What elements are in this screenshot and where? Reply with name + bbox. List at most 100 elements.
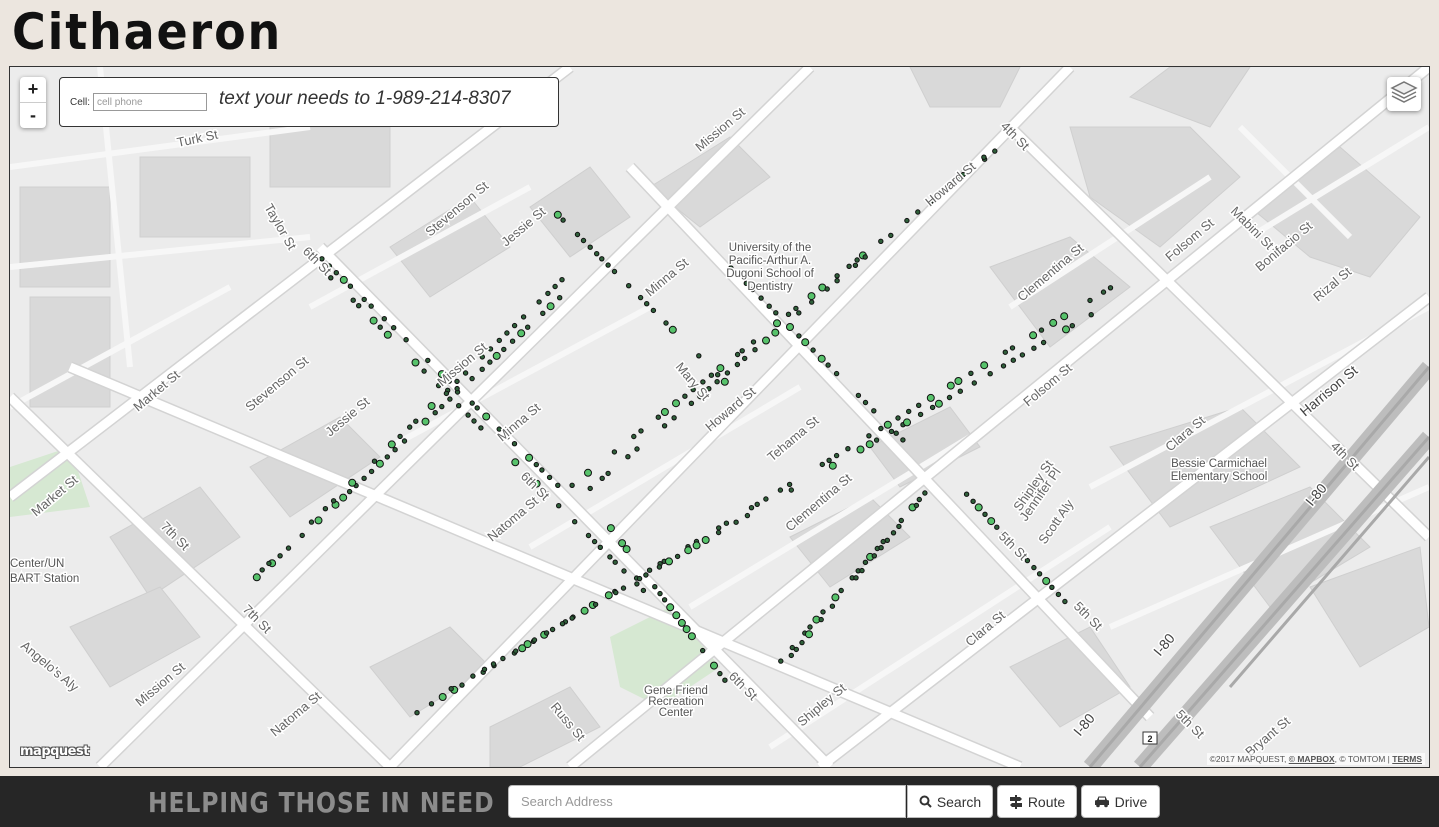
need-marker[interactable] [1029,331,1038,340]
need-marker[interactable] [1040,339,1047,346]
need-marker[interactable] [957,388,963,394]
route-button[interactable]: Route [997,785,1077,818]
need-marker[interactable] [1088,312,1094,318]
need-marker[interactable] [592,601,599,608]
need-marker[interactable] [971,380,977,386]
need-marker[interactable] [692,541,701,550]
need-marker[interactable] [314,516,323,525]
need-marker[interactable] [368,303,374,309]
need-marker[interactable] [888,428,895,435]
need-marker[interactable] [1038,327,1045,333]
need-marker[interactable] [479,366,485,372]
zoom-in-button[interactable]: + [20,77,46,102]
need-marker[interactable] [888,232,894,239]
need-marker[interactable] [796,310,802,316]
need-marker[interactable] [987,371,993,377]
need-marker[interactable] [368,468,375,475]
need-marker[interactable] [1031,564,1037,571]
need-marker[interactable] [504,330,510,336]
need-marker[interactable] [896,523,902,530]
need-marker[interactable] [549,626,556,633]
need-marker[interactable] [715,372,721,378]
need-marker[interactable] [428,701,435,707]
need-marker[interactable] [717,670,723,677]
need-marker[interactable] [677,618,686,627]
need-marker[interactable] [687,632,696,641]
need-marker[interactable] [612,559,618,565]
need-marker[interactable] [974,503,983,512]
need-marker[interactable] [580,606,589,615]
need-marker[interactable] [371,458,378,464]
need-marker[interactable] [517,329,526,338]
need-marker[interactable] [750,339,757,345]
need-marker[interactable] [308,519,315,525]
need-marker[interactable] [574,231,581,238]
need-marker[interactable] [981,154,987,160]
need-marker[interactable] [427,402,436,410]
need-marker[interactable] [1100,289,1107,295]
need-marker[interactable] [523,640,532,649]
need-marker[interactable] [898,517,904,524]
need-marker[interactable] [766,303,772,309]
need-marker[interactable] [392,447,398,453]
need-marker[interactable] [862,559,869,565]
need-marker[interactable] [626,283,632,289]
need-marker[interactable] [259,567,265,573]
need-marker[interactable] [531,637,538,643]
need-marker[interactable] [1031,345,1037,351]
need-marker[interactable] [387,440,396,449]
need-marker[interactable] [328,275,334,281]
need-marker[interactable] [638,428,644,434]
need-marker[interactable] [834,273,840,279]
need-marker[interactable] [543,630,550,636]
need-marker[interactable] [1010,357,1016,363]
need-marker[interactable] [411,358,420,367]
need-marker[interactable] [917,411,924,418]
need-marker[interactable] [733,519,739,525]
need-marker[interactable] [1087,297,1093,304]
need-marker[interactable] [413,418,419,424]
need-marker[interactable] [682,625,691,634]
need-marker[interactable] [496,337,502,344]
need-marker[interactable] [828,461,837,470]
need-marker[interactable] [456,403,462,409]
need-marker[interactable] [696,353,702,359]
need-marker[interactable] [660,408,669,416]
need-marker[interactable] [890,530,897,536]
need-marker[interactable] [525,324,531,330]
need-marker[interactable] [656,564,663,570]
need-marker[interactable] [672,611,681,620]
need-marker[interactable] [490,661,497,667]
need-marker[interactable] [637,294,644,301]
need-marker[interactable] [834,278,840,284]
need-marker[interactable] [778,658,784,664]
need-marker[interactable] [946,394,953,401]
need-marker[interactable] [560,217,566,223]
need-marker[interactable] [470,673,476,679]
need-marker[interactable] [724,370,731,376]
need-marker[interactable] [826,457,832,463]
need-marker[interactable] [546,302,555,311]
need-marker[interactable] [266,560,272,567]
need-marker[interactable] [546,474,553,481]
need-marker[interactable] [555,482,561,488]
need-marker[interactable] [474,405,480,411]
need-marker[interactable] [397,433,403,440]
need-marker[interactable] [946,381,955,390]
need-marker[interactable] [631,433,637,440]
need-marker[interactable] [954,377,963,385]
need-marker[interactable] [391,325,397,331]
need-marker[interactable] [980,361,989,370]
need-marker[interactable] [915,209,921,215]
need-marker[interactable] [611,268,618,275]
need-marker[interactable] [657,590,663,597]
need-marker[interactable] [620,585,627,591]
need-marker[interactable] [594,251,600,257]
need-marker[interactable] [1062,598,1068,605]
need-marker[interactable] [904,217,910,224]
need-marker[interactable] [611,449,618,455]
need-marker[interactable] [481,666,488,672]
need-marker[interactable] [744,512,751,519]
need-marker[interactable] [846,263,852,270]
drive-button[interactable]: Drive [1081,785,1160,818]
